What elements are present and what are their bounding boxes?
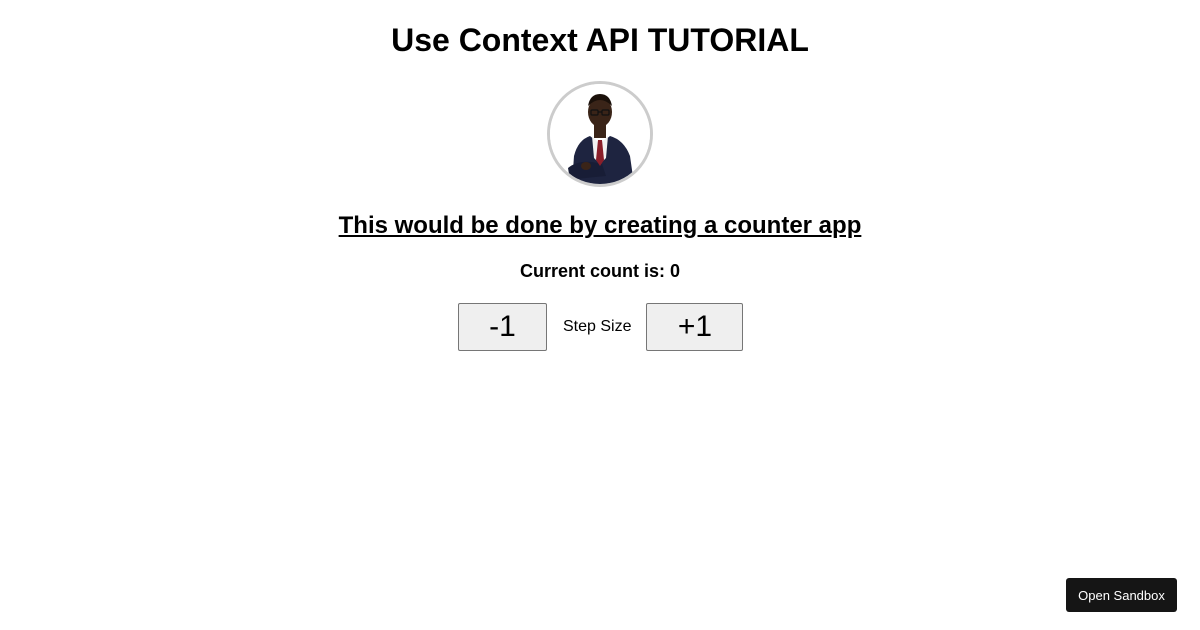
- app-root: Use Context API TUTORIAL This would be d…: [0, 0, 1200, 630]
- open-sandbox-button[interactable]: Open Sandbox: [1066, 578, 1177, 612]
- counter-controls: -1 Step Size +1: [458, 303, 744, 351]
- subtitle: This would be done by creating a counter…: [338, 212, 862, 239]
- step-size-label: Step Size: [563, 318, 632, 335]
- person-photo-icon: [550, 84, 650, 184]
- current-count-label: Current count is: 0: [519, 261, 680, 281]
- increment-button[interactable]: +1: [646, 303, 744, 351]
- avatar: [547, 81, 653, 187]
- page-title: Use Context API TUTORIAL: [391, 22, 809, 58]
- decrement-button[interactable]: -1: [458, 303, 547, 351]
